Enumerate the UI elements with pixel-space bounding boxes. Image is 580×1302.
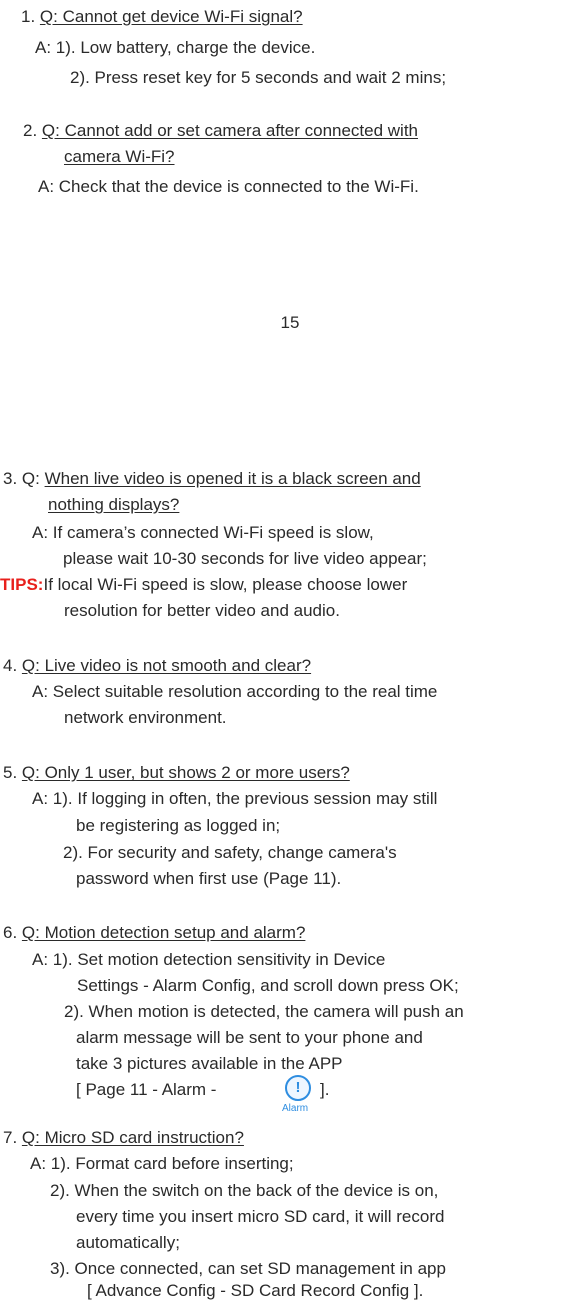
- faq-item-5-answer-1: A: 1). If logging in often, the previous…: [32, 789, 438, 808]
- alarm-exclamation-icon: !: [285, 1075, 311, 1101]
- faq-item-7-answer-5: 3). Once connected, can set SD managemen…: [50, 1259, 446, 1278]
- faq-item-7-answer-3: every time you insert micro SD card, it …: [76, 1207, 445, 1226]
- item-prefix: 3. Q:: [3, 469, 45, 488]
- faq-item-6-answer-1: A: 1). Set motion detection sensitivity …: [32, 950, 386, 969]
- tips-line-2: resolution for better video and audio.: [64, 601, 340, 620]
- question-text: Q: Micro SD card instruction?: [21, 1128, 244, 1147]
- faq-item-2-question: 2. Q: Cannot add or set camera after con…: [23, 120, 418, 142]
- item-prefix: 5.: [3, 763, 22, 782]
- question-text: When live video is opened it is a black …: [44, 469, 421, 488]
- faq-item-4-question: 4. Q: Live video is not smooth and clear…: [3, 655, 311, 677]
- faq-item-6-answer-6b: ].: [320, 1080, 330, 1099]
- page-number: 15: [280, 313, 300, 332]
- faq-item-6-answer-2: Settings - Alarm Config, and scroll down…: [77, 976, 459, 995]
- alarm-icon: ! Alarm: [281, 1074, 315, 1118]
- faq-item-4-answer-1: A: Select suitable resolution according …: [32, 682, 438, 701]
- question-text: Q: Motion detection setup and alarm?: [21, 923, 306, 942]
- faq-item-4-answer-2: network environment.: [64, 708, 227, 727]
- item-prefix: 6.: [3, 923, 22, 942]
- faq-item-1-question: 1. Q: Cannot get device Wi-Fi signal?: [21, 6, 303, 28]
- item-number: 1.: [21, 7, 36, 26]
- faq-item-3-answer-2: please wait 10-30 seconds for live video…: [63, 549, 427, 568]
- faq-item-5-answer-2: be registering as logged in;: [76, 816, 281, 835]
- faq-item-2-answer: A: Check that the device is connected to…: [38, 177, 419, 196]
- faq-item-7-answer-2: 2). When the switch on the back of the d…: [50, 1181, 439, 1200]
- item-number: 2.: [23, 121, 38, 140]
- tips-line-1: TIPS:If local Wi-Fi speed is slow, pleas…: [0, 574, 407, 596]
- faq-item-5-question: 5. Q: Only 1 user, but shows 2 or more u…: [3, 762, 350, 784]
- faq-item-6-answer-6a: [ Page 11 - Alarm -: [76, 1080, 217, 1099]
- question-text: Q: Cannot add or set camera after connec…: [41, 121, 419, 140]
- faq-item-6-answer-3: 2). When motion is detected, the camera …: [64, 1002, 464, 1021]
- faq-item-1-answer-1: A: 1). Low battery, charge the device.: [35, 38, 316, 57]
- faq-item-1-answer-2: 2). Press reset key for 5 seconds and wa…: [70, 68, 447, 87]
- question-text: Q: Live video is not smooth and clear?: [21, 656, 312, 675]
- faq-item-5-answer-3: 2). For security and safety, change came…: [63, 843, 397, 862]
- tips-text: If local Wi-Fi speed is slow, please cho…: [43, 575, 408, 594]
- faq-item-6-answer-4: alarm message will be sent to your phone…: [76, 1028, 423, 1047]
- faq-item-7-question: 7. Q: Micro SD card instruction?: [3, 1127, 244, 1149]
- tips-label: TIPS: [0, 575, 38, 594]
- item-prefix: 7.: [3, 1128, 22, 1147]
- faq-item-3-answer-1: A: If camera’s connected Wi-Fi speed is …: [32, 523, 374, 542]
- faq-item-5-answer-4: password when first use (Page 11).: [76, 869, 342, 888]
- faq-item-2-question-cont: camera Wi-Fi?: [64, 147, 175, 166]
- faq-item-7-answer-6: [ Advance Config - SD Card Record Config…: [87, 1281, 424, 1300]
- question-text: Q: Only 1 user, but shows 2 or more user…: [21, 763, 350, 782]
- alarm-icon-label: Alarm: [282, 1103, 309, 1114]
- faq-item-6-answer-5: take 3 pictures available in the APP: [76, 1054, 343, 1073]
- faq-item-7-answer-1: A: 1). Format card before inserting;: [30, 1154, 294, 1173]
- question-text: Q: Cannot get device Wi-Fi signal?: [39, 7, 303, 26]
- faq-item-7-answer-4: automatically;: [76, 1233, 180, 1252]
- faq-item-6-question: 6. Q: Motion detection setup and alarm?: [3, 922, 305, 944]
- faq-item-3-question: 3. Q: When live video is opened it is a …: [3, 468, 421, 490]
- faq-item-3-question-cont: nothing displays?: [48, 495, 180, 514]
- item-prefix: 4.: [3, 656, 22, 675]
